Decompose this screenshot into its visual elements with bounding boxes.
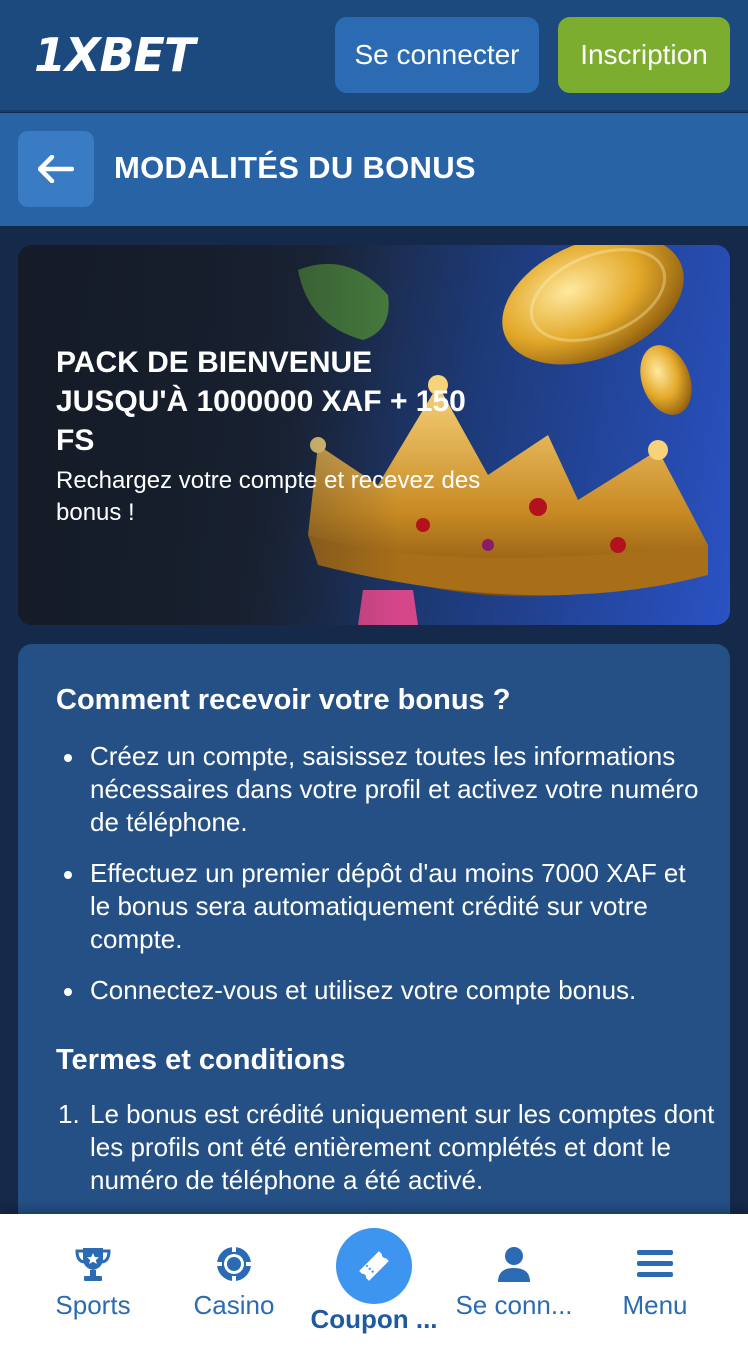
list-item: Connectez-vous et utilisez votre compte … bbox=[56, 974, 706, 1007]
logo-prefix: 1X bbox=[34, 28, 100, 82]
list-item-number: 1. bbox=[58, 1099, 80, 1129]
list-item-text: Le bonus est crédité uniquement sur les … bbox=[90, 1099, 715, 1195]
page-title: MODALITÉS DU BONUS bbox=[114, 150, 476, 185]
arrow-left-icon bbox=[38, 155, 74, 183]
register-button[interactable]: Inscription bbox=[558, 17, 730, 93]
terms-list: 1. Le bonus est crédité uniquement sur l… bbox=[56, 1098, 716, 1197]
list-item: 1. Le bonus est crédité uniquement sur l… bbox=[56, 1098, 716, 1197]
promo-banner[interactable]: PACK DE BIENVENUE JUSQU'À 1000000 XAF + … bbox=[18, 245, 730, 625]
ticket-icon bbox=[359, 1251, 389, 1281]
banner-subtitle: Rechargez votre compte et recevez des bo… bbox=[56, 467, 481, 526]
nav-item-coupon[interactable] bbox=[336, 1228, 412, 1304]
nav-label: Se conn... bbox=[455, 1290, 573, 1320]
hamburger-icon bbox=[637, 1250, 673, 1277]
login-button[interactable]: Se connecter bbox=[335, 17, 539, 93]
top-header: 1XBET Se connecter Inscription bbox=[0, 0, 748, 112]
bonus-details-card: Comment recevoir votre bonus ? Créez un … bbox=[18, 644, 730, 1284]
nav-item-sports[interactable]: Sports bbox=[40, 1214, 146, 1347]
logo-suffix: BET bbox=[99, 28, 195, 82]
nav-item-casino[interactable]: Casino bbox=[184, 1214, 284, 1347]
bottom-navigation: Sports Casino Coupon ... Se conn... Menu bbox=[0, 1214, 748, 1347]
terms-heading: Termes et conditions bbox=[56, 1044, 346, 1076]
back-button[interactable] bbox=[18, 131, 94, 207]
how-to-heading: Comment recevoir votre bonus ? bbox=[56, 684, 511, 716]
nav-label: Sports bbox=[55, 1290, 131, 1320]
casino-chip-icon bbox=[217, 1247, 251, 1281]
nav-label: Menu bbox=[622, 1290, 688, 1320]
user-icon bbox=[498, 1247, 530, 1282]
list-item: Effectuez un premier dépôt d'au moins 70… bbox=[56, 857, 706, 956]
nav-item-login[interactable]: Se conn... bbox=[450, 1214, 578, 1347]
nav-item-menu[interactable]: Menu bbox=[612, 1214, 698, 1347]
nav-label: Casino bbox=[193, 1290, 275, 1320]
list-item: Créez un compte, saisissez toutes les in… bbox=[56, 740, 706, 839]
trophy-icon bbox=[75, 1248, 111, 1281]
nav-label-coupon[interactable]: Coupon ... bbox=[300, 1304, 448, 1335]
page-titlebar: MODALITÉS DU BONUS bbox=[0, 113, 748, 226]
how-to-list: Créez un compte, saisissez toutes les in… bbox=[56, 740, 706, 1025]
brand-logo[interactable]: 1XBET bbox=[34, 28, 195, 82]
banner-title: PACK DE BIENVENUE JUSQU'À 1000000 XAF + … bbox=[56, 346, 466, 457]
